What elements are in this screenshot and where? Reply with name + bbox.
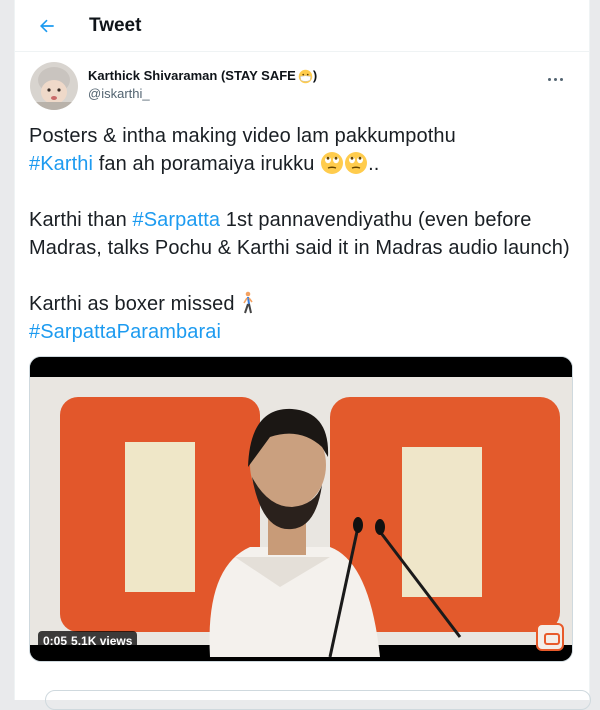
tweet-paragraph-2: Karthi than #Sarpatta 1st pannavendiyath… [29,206,575,262]
avatar[interactable] [30,62,78,110]
video-stats-badge: 0:05 5.1K views [38,631,138,651]
channel-watermark-icon [536,623,564,651]
author-display-name[interactable]: Karthick Shivaraman (STAY SAFE ) [88,67,317,85]
page-header: Tweet [15,0,589,52]
face-with-medical-mask-icon [298,69,313,83]
hashtag-sarpattaparambarai[interactable]: #SarpattaParambarai [29,321,221,343]
author-handle[interactable]: @iskarthi_ [88,85,317,103]
arrow-left-icon [40,19,54,32]
hashtag-karthi[interactable]: #Karthi [29,153,93,175]
tweet-text: Posters & intha making video lam pakkump… [29,122,575,346]
text-segment: Karthi than [29,209,133,231]
video-elapsed: 0:05 [43,634,68,648]
tweet: Karthick Shivaraman (STAY SAFE ) @iskart… [15,52,589,662]
author-name-suffix: ) [312,68,318,83]
face-with-rolling-eyes-icon [321,152,344,174]
video-thumbnail [30,357,572,661]
next-card-edge [45,690,591,710]
tweet-paragraph-3: Karthi as boxer missed #SarpattaParambar… [29,290,575,346]
person-walking-icon [243,291,253,314]
tweet-author-row: Karthick Shivaraman (STAY SAFE ) @iskart… [29,62,575,110]
text-segment: fan ah poramaiya irukku [93,153,321,175]
author-name-text: Karthick Shivaraman (STAY SAFE [88,68,296,83]
text-segment: Posters & intha making video lam pakkump… [29,125,456,147]
tweet-page: Tweet Karthick Shivaraman (STAY SAFE) @… [14,0,591,710]
video-views: 5.1K views [71,634,133,648]
text-segment: Karthi as boxer missed [29,293,241,315]
tweet-paragraph-1: Posters & intha making video lam pakkump… [29,122,575,178]
video-player[interactable]: 0:05 5.1K views [29,356,573,662]
text-segment: .. [368,153,380,175]
hashtag-sarpatta[interactable]: #Sarpatta [133,209,221,231]
page-title: Tweet [89,14,142,36]
more-options-button[interactable] [543,72,567,86]
back-button[interactable] [27,6,67,46]
author-meta: Karthick Shivaraman (STAY SAFE ) @iskart… [88,67,317,103]
more-horizontal-icon [547,77,551,81]
face-with-rolling-eyes-icon [345,152,368,174]
